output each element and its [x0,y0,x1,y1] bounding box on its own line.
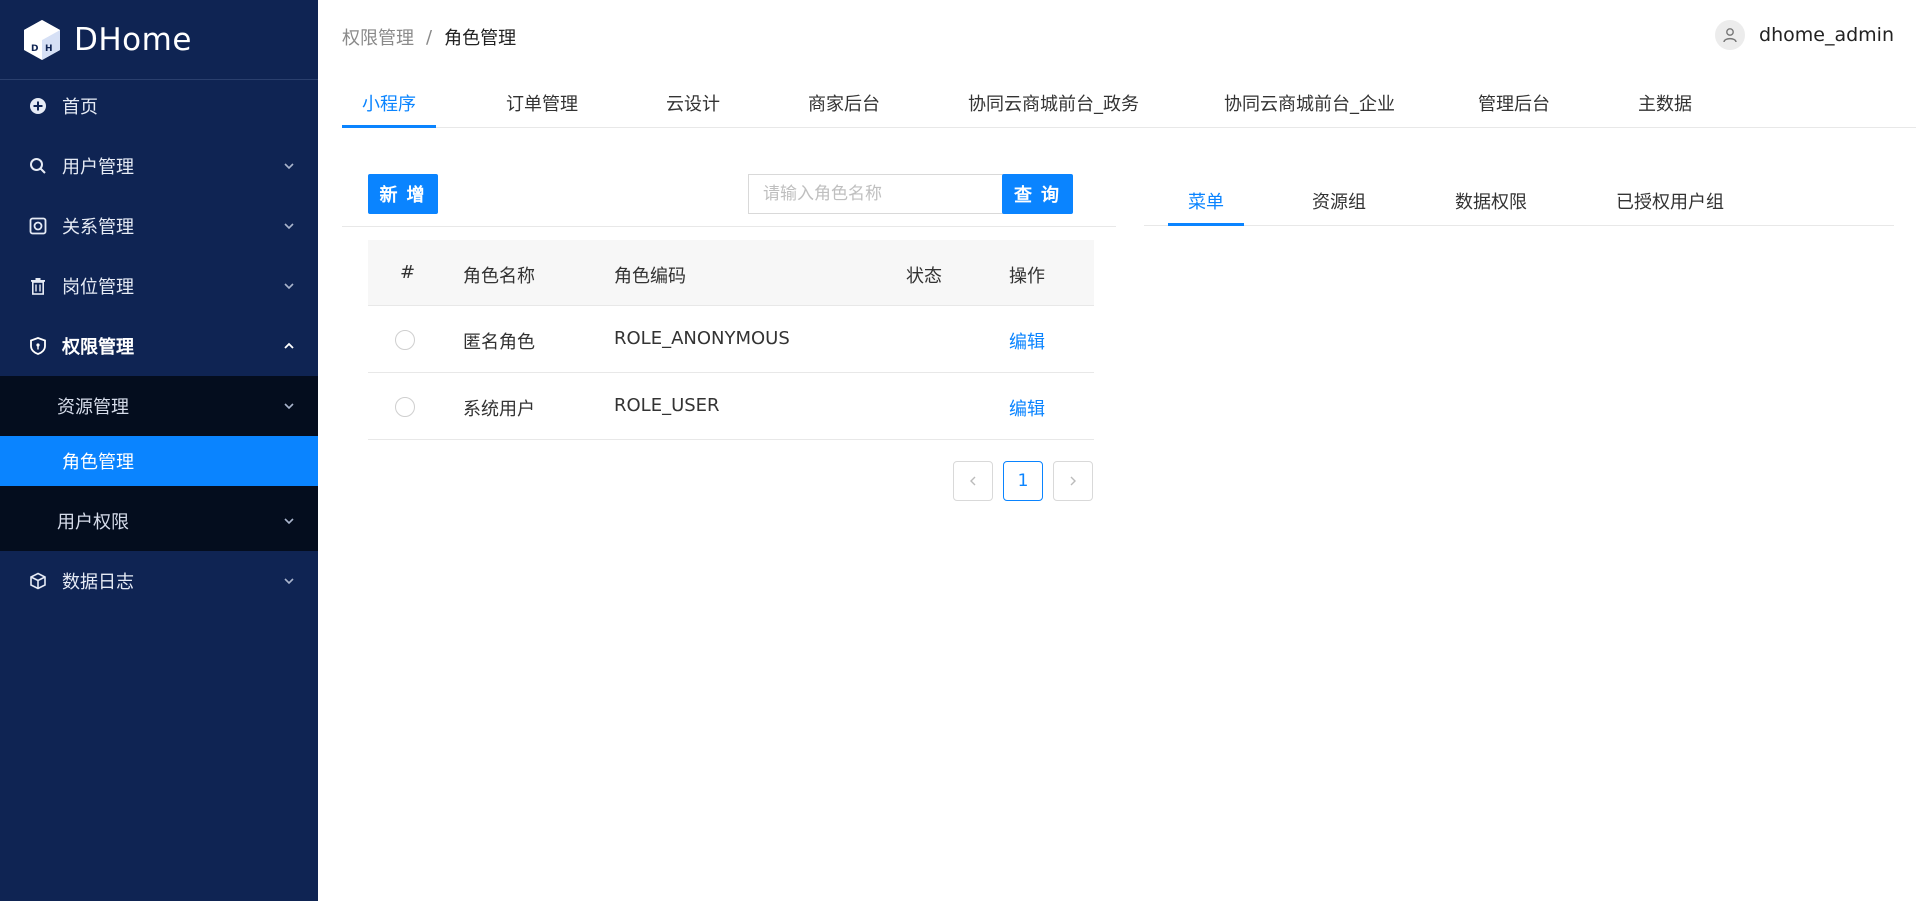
chevron-up-icon [284,342,294,349]
sidebar-item-label: 用户管理 [62,157,134,178]
next-page-button[interactable] [1053,461,1093,501]
sidebar-item-data-log[interactable]: 数据日志 [0,551,318,611]
role-name-search-input[interactable] [748,174,1004,214]
app-tabs: 小程序 订单管理 云设计 商家后台 协同云商城前台_政务 协同云商城前台_企业 … [342,78,1916,128]
sidebar-item-home[interactable]: 首页 [0,76,318,136]
tab-master-data[interactable]: 主数据 [1638,90,1692,116]
tab-authorized-user-groups[interactable]: 已授权用户组 [1616,188,1724,214]
sidebar-item-label: 首页 [62,97,98,118]
tab-mall-enterprise[interactable]: 协同云商城前台_企业 [1224,90,1395,116]
page-number-button[interactable]: 1 [1003,461,1043,501]
sidebar-item-user-management[interactable]: 用户管理 [0,136,318,196]
sidebar-item-position-management[interactable]: 岗位管理 [0,256,318,316]
role-name-cell: 系统用户 [463,399,535,420]
divider [342,226,1116,227]
edit-link[interactable]: 编辑 [1009,328,1045,354]
avatar[interactable] [1715,20,1746,50]
breadcrumb: 权限管理 / 角色管理 [342,24,516,50]
chevron-down-icon [284,403,294,410]
sidebar-subitem-resource-management[interactable]: 资源管理 [0,381,318,431]
cube-icon [28,571,48,591]
sidebar-item-permission-management[interactable]: 权限管理 [0,316,318,376]
prev-page-button[interactable] [953,461,993,501]
column-header-index: # [400,262,416,283]
sidebar-item-label: 关系管理 [62,217,134,238]
search-icon [28,156,48,176]
role-name-cell: 匿名角色 [463,332,535,353]
sidebar-item-relation-management[interactable]: 关系管理 [0,196,318,256]
sidebar-item-label: 权限管理 [62,337,134,358]
sidebar-subitem-role-management[interactable]: 角色管理 [0,436,318,486]
sidebar-item-label: 岗位管理 [62,277,134,298]
chevron-down-icon [284,283,294,290]
svg-text:D: D [31,44,38,54]
sidebar: D H DHome 首页 用户管理 关系管理 岗位管理 权限管理 资源管理 角色… [0,0,318,901]
plus-circle-icon [28,96,48,116]
tab-mall-government[interactable]: 协同云商城前台_政务 [968,90,1139,116]
active-tab-indicator [342,125,436,128]
breadcrumb-current: 角色管理 [444,28,517,49]
row-select-radio[interactable] [395,397,415,417]
chevron-left-icon [970,476,976,486]
username[interactable]: dhome_admin [1759,24,1894,46]
edit-link[interactable]: 编辑 [1009,395,1045,421]
role-code-cell: ROLE_USER [614,395,720,416]
permission-tabs: 菜单 资源组 数据权限 已授权用户组 [1144,176,1894,226]
target-icon [28,216,48,236]
sidebar-item-label: 资源管理 [57,397,129,418]
table-header: # 角色名称 角色编码 状态 操作 [368,240,1094,306]
tab-cloud-design[interactable]: 云设计 [666,90,720,116]
table-row[interactable]: 系统用户 ROLE_USER 编辑 [368,373,1094,440]
shield-icon [28,336,48,356]
column-header-status: 状态 [906,266,942,287]
column-header-role-code: 角色编码 [614,266,686,287]
breadcrumb-parent[interactable]: 权限管理 [342,24,414,50]
table-row[interactable]: 匿名角色 ROLE_ANONYMOUS 编辑 [368,306,1094,373]
trash-icon [28,276,48,296]
chevron-down-icon [284,578,294,585]
tab-merchant-backend[interactable]: 商家后台 [808,90,880,116]
tab-order-management[interactable]: 订单管理 [506,90,578,116]
tab-mini-program[interactable]: 小程序 [362,90,416,116]
breadcrumb-separator: / [426,26,433,48]
sidebar-subitem-user-permission[interactable]: 用户权限 [0,496,318,546]
role-code-cell: ROLE_ANONYMOUS [614,328,790,349]
tab-admin-backend[interactable]: 管理后台 [1478,90,1550,116]
sidebar-item-label: 数据日志 [62,572,134,593]
sidebar-item-label: 用户权限 [57,512,129,533]
logo-cube-icon: D H [24,19,60,60]
chevron-down-icon [284,518,294,525]
active-tab-indicator [1168,223,1244,226]
search-button[interactable]: 查 询 [1002,174,1073,214]
chevron-down-icon [284,223,294,230]
user-icon [1723,28,1737,43]
tab-resource-group[interactable]: 资源组 [1312,188,1366,214]
column-header-actions: 操作 [1009,266,1045,287]
role-table: # 角色名称 角色编码 状态 操作 匿名角色 ROLE_ANONYMOUS 编辑… [368,240,1094,440]
add-button[interactable]: 新 增 [368,174,438,214]
app-name: DHome [74,21,192,58]
logo: D H DHome [0,0,318,80]
column-header-role-name: 角色名称 [463,266,535,287]
chevron-right-icon [1070,476,1076,486]
sidebar-item-label: 角色管理 [62,452,134,473]
tab-menu[interactable]: 菜单 [1188,188,1224,214]
tab-data-permission[interactable]: 数据权限 [1455,188,1527,214]
user-menu[interactable]: dhome_admin [1715,20,1894,50]
svg-text:H: H [45,44,53,54]
chevron-down-icon [284,163,294,170]
row-select-radio[interactable] [395,330,415,350]
